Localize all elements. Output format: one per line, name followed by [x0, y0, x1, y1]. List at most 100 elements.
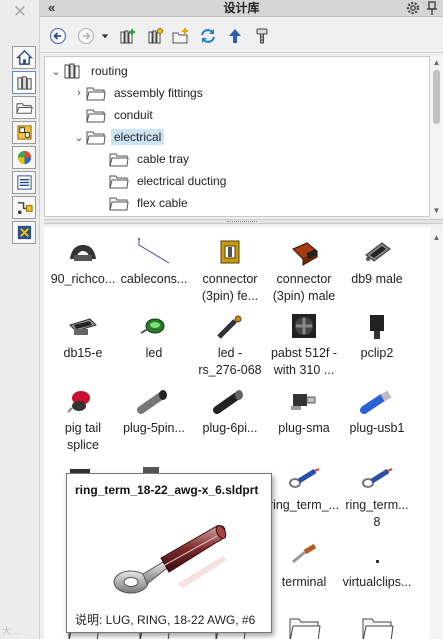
scrollbar-thumb[interactable]: [433, 70, 440, 124]
library-item[interactable]: pig tail splice: [46, 384, 120, 454]
library-item[interactable]: [340, 611, 414, 639]
custom-properties-icon[interactable]: [12, 171, 36, 194]
library-item-label: virtualclips...: [342, 575, 412, 589]
scroll-up-icon[interactable]: ▲: [430, 56, 443, 69]
db15-connector-icon: [63, 309, 103, 343]
fan-icon: [284, 309, 324, 343]
connector-male-icon: [284, 235, 324, 269]
library-item-label: pig tail splice: [64, 421, 102, 452]
splice-icon: [63, 384, 103, 418]
library-item[interactable]: virtualclips...: [340, 538, 414, 591]
library-item[interactable]: terminal: [267, 538, 341, 591]
tree-item[interactable]: electrical ducting: [95, 170, 229, 192]
tree-item[interactable]: › assembly fittings: [72, 82, 206, 104]
view-palette-icon[interactable]: [12, 121, 36, 144]
virtual-clip-icon: [357, 538, 397, 572]
grid-scrollbar[interactable]: ▲: [430, 227, 443, 639]
appearances-icon[interactable]: [12, 146, 36, 169]
scroll-up-icon[interactable]: ▲: [430, 233, 443, 242]
ring-terminal-icon: [284, 461, 324, 495]
pin-icon[interactable]: [425, 0, 439, 16]
close-icon[interactable]: ✕: [11, 3, 29, 21]
connector-female-icon: [210, 235, 250, 269]
library-item[interactable]: pclip2: [340, 309, 414, 362]
pane-splitter[interactable]: [44, 219, 443, 224]
tree-item-label: flex cable: [137, 196, 188, 210]
library-item[interactable]: connector (3pin) male: [267, 235, 341, 305]
library-item[interactable]: ring_term_...: [267, 461, 341, 514]
folder-icon: [109, 194, 129, 212]
plug-6pin-icon: [210, 384, 250, 418]
tree-item-label: routing: [91, 64, 128, 78]
folder-icon: [109, 172, 129, 190]
library-item[interactable]: pabst 512f - with 310 ...: [267, 309, 341, 379]
library-item-label: db15-e: [63, 346, 103, 360]
expand-chevron-icon[interactable]: ›: [72, 87, 86, 99]
tree-item[interactable]: flex cable: [95, 192, 191, 214]
add-file-location-icon[interactable]: [145, 26, 165, 46]
led-icon: [134, 309, 174, 343]
gear-icon[interactable]: [405, 0, 421, 16]
library-item[interactable]: db15-e: [46, 309, 120, 362]
clip-part-icon: [63, 235, 103, 269]
back-icon[interactable]: [48, 26, 68, 46]
ring-terminal-preview-icon: [113, 525, 227, 594]
home-icon[interactable]: [12, 46, 36, 69]
forward-icon[interactable]: [76, 26, 96, 46]
usb-plug-icon: [357, 384, 397, 418]
dropdown-arrow-icon[interactable]: [98, 26, 112, 46]
library-item-label: cablecons...: [120, 272, 188, 286]
tree-scrollbar[interactable]: ▲ ▼: [430, 56, 443, 217]
tree-item-label: electrical ducting: [137, 174, 227, 188]
library-item[interactable]: db9 male: [340, 235, 414, 288]
library-item-label: plug-5pin...: [123, 421, 185, 435]
scroll-down-icon[interactable]: ▼: [430, 204, 443, 217]
library-item[interactable]: plug-sma: [267, 384, 341, 437]
library-folder-icon: [63, 62, 83, 80]
folder-icon: [284, 611, 324, 639]
library-item-label: led - rs_276-068: [198, 346, 262, 377]
tree-item-label: conduit: [114, 108, 153, 122]
add-to-library-icon[interactable]: [118, 26, 138, 46]
plug-sma-icon: [284, 384, 324, 418]
library-item[interactable]: cablecons...: [117, 235, 191, 288]
up-one-level-icon[interactable]: [225, 26, 245, 46]
file-explorer-icon[interactable]: [12, 96, 36, 119]
watermark: 大 ...: [2, 626, 22, 636]
library-item-label: db9 male: [351, 272, 403, 286]
folder-icon: [357, 611, 397, 639]
task-pane-tabs: [12, 46, 38, 246]
title-bar: « 设计库: [40, 0, 443, 17]
library-item-label: 90_richco...: [50, 272, 116, 286]
library-item[interactable]: ring_term... 8: [340, 461, 414, 531]
create-new-folder-icon[interactable]: [171, 26, 191, 46]
routing-library-icon[interactable]: [12, 196, 36, 219]
p-clip-icon: [357, 309, 397, 343]
collapse-chevron-icon[interactable]: ⌄: [49, 65, 63, 78]
refresh-icon[interactable]: [198, 26, 218, 46]
tooltip-title: ring_term_18-22_awg-x_6.sldprt: [75, 483, 259, 497]
library-item[interactable]: [267, 611, 341, 639]
library-item[interactable]: plug-5pin...: [117, 384, 191, 437]
library-item[interactable]: 90_richco...: [46, 235, 120, 288]
tree-item[interactable]: ⌄ electrical: [72, 126, 165, 148]
collapse-chevron-icon[interactable]: ⌄: [72, 131, 86, 144]
library-item[interactable]: connector (3pin) fe...: [193, 235, 267, 305]
design-library-panel: ✕ « 设计库 ⌄ routing › assembly fittings co…: [0, 0, 443, 639]
library-item[interactable]: plug-usb1: [340, 384, 414, 437]
library-item[interactable]: led: [117, 309, 191, 362]
routing-library-manager-icon[interactable]: [252, 26, 272, 46]
folder-icon: [86, 84, 106, 102]
tree-item[interactable]: cable tray: [95, 148, 192, 170]
tree-item[interactable]: ⌄ routing: [49, 60, 131, 82]
terminal-icon: [284, 538, 324, 572]
library-item-label: ring_term_...: [268, 498, 340, 512]
library-item[interactable]: led - rs_276-068: [193, 309, 267, 379]
ring-terminal-icon: [357, 461, 397, 495]
cable-sketch-icon: [134, 235, 174, 269]
folder-icon: [86, 106, 106, 124]
tree-item[interactable]: conduit: [72, 104, 156, 126]
library-item[interactable]: plug-6pi...: [193, 384, 267, 437]
solidworks-forum-icon[interactable]: [12, 221, 36, 244]
design-library-icon[interactable]: [12, 71, 36, 94]
